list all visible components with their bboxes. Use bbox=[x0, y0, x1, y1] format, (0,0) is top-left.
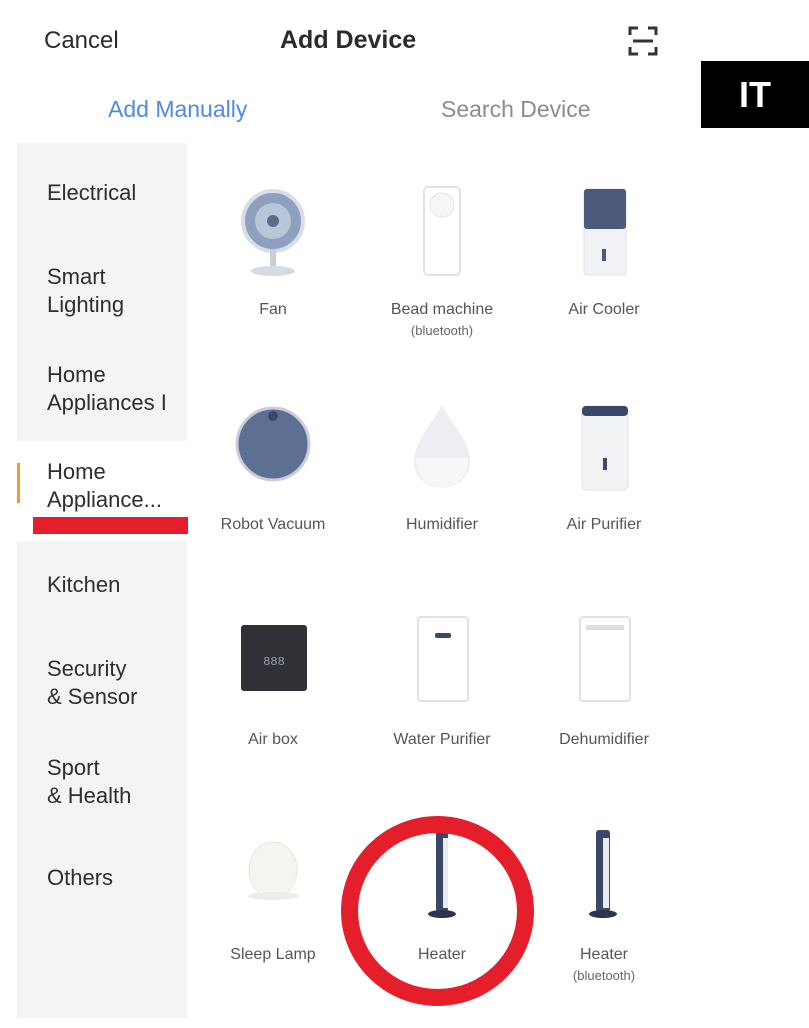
svg-text:888: 888 bbox=[263, 655, 285, 669]
sidebar-item-label: & Health bbox=[47, 783, 132, 808]
device-label: Humidifier bbox=[405, 516, 478, 533]
device-label: Bead machine (bluetooth) bbox=[390, 301, 494, 338]
sleep-lamp-icon bbox=[247, 841, 299, 900]
sidebar-item-label: Others bbox=[47, 865, 114, 890]
device-label: Air Purifier bbox=[566, 516, 642, 533]
sidebar-item-label: Smart bbox=[47, 264, 106, 289]
device-label: Dehumidifier bbox=[559, 731, 649, 748]
device-label: Robot Vacuum bbox=[220, 516, 326, 533]
sidebar-item-label: Kitchen bbox=[47, 572, 121, 597]
device-air-purifier[interactable]: Air Purifier bbox=[524, 398, 684, 578]
category-sidebar: Electrical Smart Lighting Home Appliance… bbox=[17, 143, 187, 1018]
device-label: Heater (bluetooth) bbox=[572, 946, 636, 983]
sidebar-item-label: Lighting bbox=[47, 292, 125, 317]
air-box-icon: 888 bbox=[241, 625, 307, 691]
sidebar-item-home-appliances-1[interactable]: Home Appliances I bbox=[17, 361, 187, 425]
air-purifier-icon bbox=[581, 405, 629, 491]
device-label: Sleep Lamp bbox=[230, 946, 316, 963]
device-bead-machine[interactable]: Bead machine (bluetooth) bbox=[362, 183, 522, 383]
water-purifier-icon bbox=[417, 616, 469, 702]
sidebar-item-label: Appliance... bbox=[47, 487, 162, 512]
annotation-underline bbox=[33, 517, 188, 534]
dehumidifier-icon bbox=[579, 616, 631, 702]
bead-machine-icon bbox=[423, 186, 461, 276]
device-water-purifier[interactable]: Water Purifier bbox=[362, 613, 522, 793]
it-badge: IT bbox=[701, 61, 809, 128]
sidebar-item-smart-lighting[interactable]: Smart Lighting bbox=[17, 263, 187, 327]
sidebar-item-label: & Sensor bbox=[47, 684, 138, 709]
device-sleep-lamp[interactable]: Sleep Lamp bbox=[193, 828, 353, 1008]
sidebar-item-label: Electrical bbox=[47, 180, 137, 205]
sidebar-item-label: Security bbox=[47, 656, 127, 681]
selected-indicator bbox=[17, 463, 20, 503]
fan-icon bbox=[241, 189, 305, 276]
sidebar-item-kitchen[interactable]: Kitchen bbox=[17, 571, 187, 611]
device-air-cooler[interactable]: Air Cooler bbox=[524, 183, 684, 363]
air-cooler-icon bbox=[583, 188, 627, 276]
device-robot-vacuum[interactable]: Robot Vacuum bbox=[193, 398, 353, 578]
humidifier-icon bbox=[414, 404, 470, 488]
sidebar-item-sport-health[interactable]: Sport & Health bbox=[17, 754, 187, 818]
sidebar-item-label: Appliances I bbox=[47, 390, 167, 415]
device-fan[interactable]: Fan bbox=[193, 183, 353, 363]
tab-search-device[interactable]: Search Device bbox=[441, 96, 591, 123]
device-heater-bluetooth[interactable]: Heater (bluetooth) bbox=[524, 828, 684, 1028]
device-label: Water Purifier bbox=[393, 731, 491, 748]
device-dehumidifier[interactable]: Dehumidifier bbox=[524, 613, 684, 793]
tab-add-manually[interactable]: Add Manually bbox=[108, 96, 247, 123]
sidebar-item-others[interactable]: Others bbox=[17, 864, 187, 904]
annotation-circle bbox=[341, 816, 534, 1006]
device-label: Air Cooler bbox=[568, 301, 640, 318]
device-humidifier[interactable]: Humidifier bbox=[362, 398, 522, 578]
sidebar-item-electrical[interactable]: Electrical bbox=[17, 179, 187, 239]
scan-icon[interactable] bbox=[628, 25, 658, 57]
device-label: Air box bbox=[248, 731, 298, 748]
robot-vacuum-icon bbox=[235, 406, 311, 482]
sidebar-item-label: Home bbox=[47, 459, 106, 484]
tab-bar: Add Manually Search Device bbox=[0, 80, 700, 140]
device-air-box[interactable]: 888 Air box bbox=[193, 613, 353, 793]
cancel-button[interactable]: Cancel bbox=[44, 27, 119, 55]
sidebar-item-label: Sport bbox=[47, 755, 100, 780]
page-title: Add Device bbox=[280, 26, 417, 54]
sidebar-item-security-sensor[interactable]: Security & Sensor bbox=[17, 655, 187, 719]
sidebar-item-label: Home bbox=[47, 362, 106, 387]
top-bar: Cancel Add Device bbox=[0, 0, 700, 80]
device-label: Fan bbox=[259, 301, 287, 318]
heater-icon bbox=[589, 830, 617, 918]
